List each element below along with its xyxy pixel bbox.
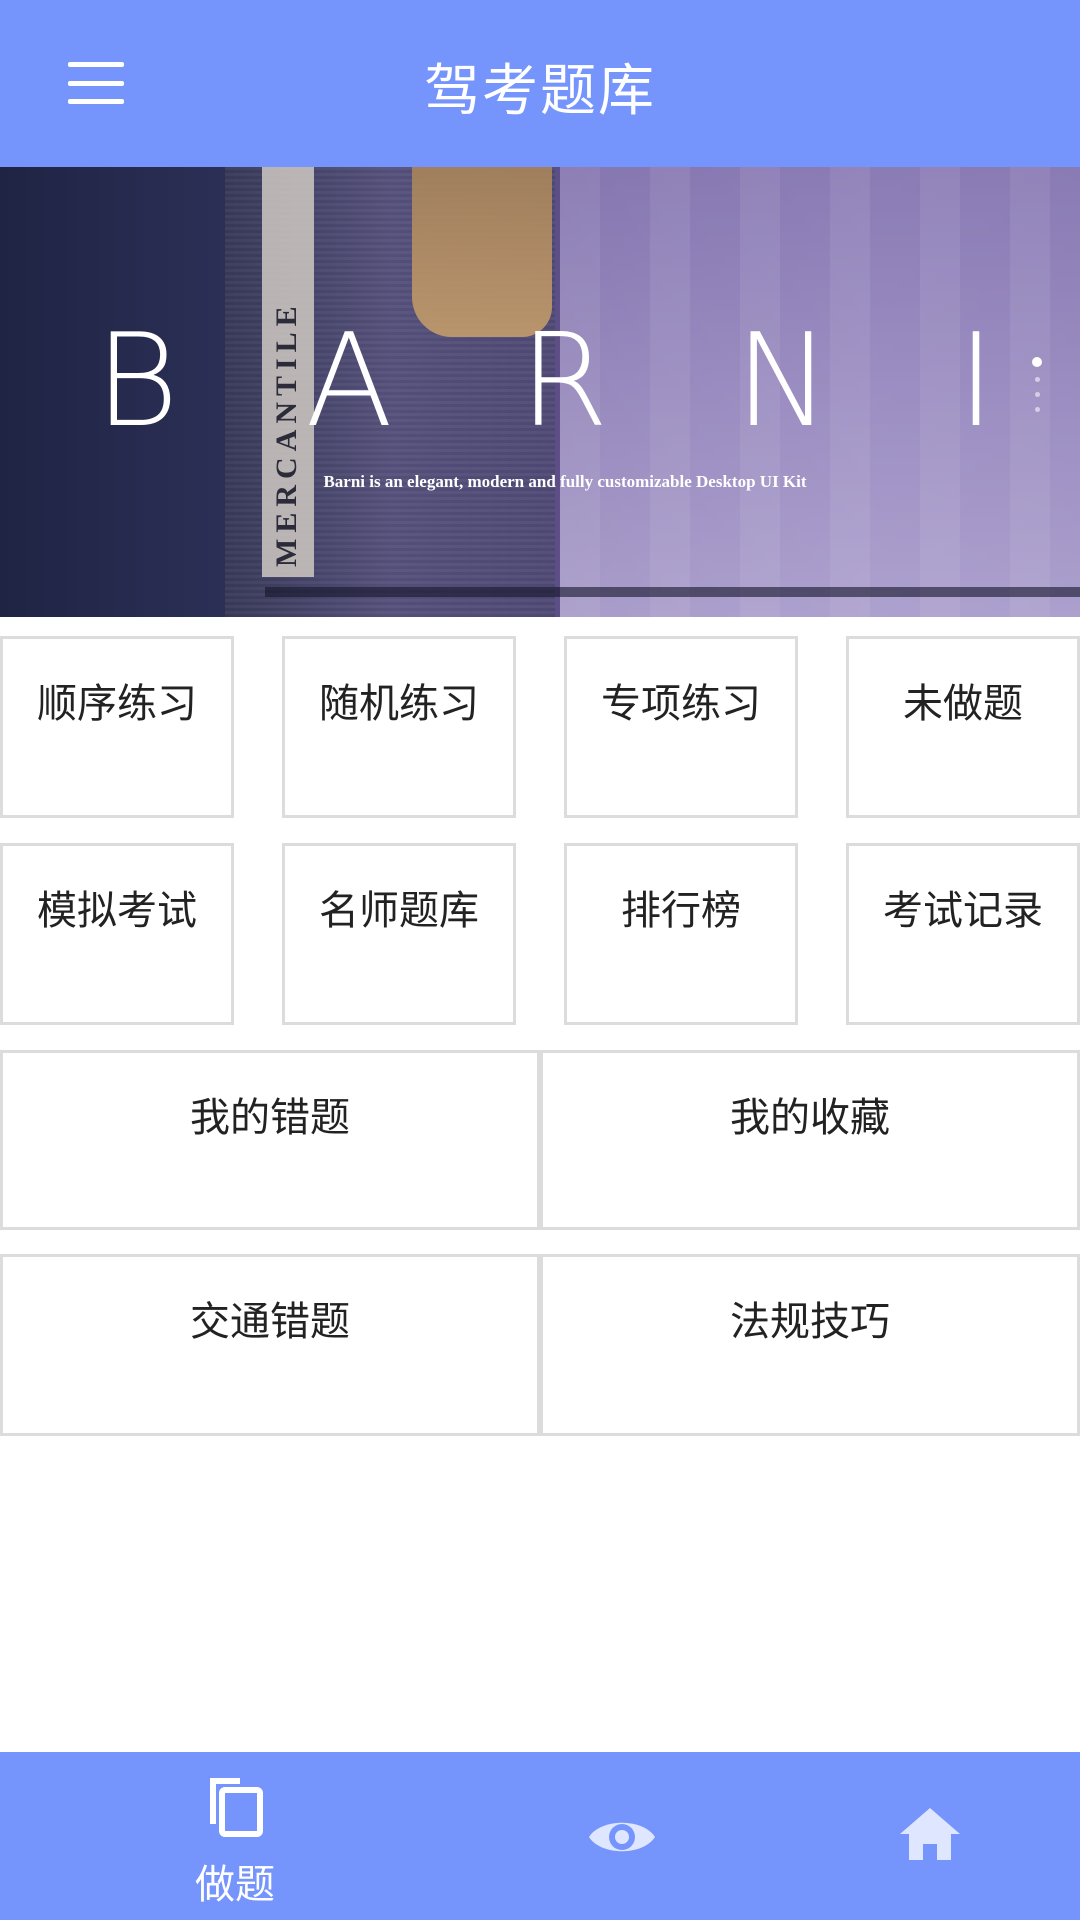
nav-home[interactable] [870,1752,990,1920]
brand-letter: N [734,307,831,456]
home-icon [900,1808,960,1860]
carousel-indicator [1032,357,1042,412]
header-bar: 驾考题库 [0,0,1080,167]
app-root: 驾考题库 MERCANTILE B A R N I Barni is an el… [0,0,1080,1920]
bottom-nav: 做题 [0,1752,1080,1920]
menu-my-favorites[interactable]: 我的收藏 [540,1050,1080,1230]
brand-letter: I [957,307,995,456]
banner-carousel[interactable]: MERCANTILE B A R N I Barni is an elegant… [0,167,1080,617]
menu-regulation-tips[interactable]: 法规技巧 [540,1254,1080,1436]
menu-random-practice[interactable]: 随机练习 [282,636,516,818]
carousel-dot[interactable] [1034,392,1040,397]
menu-sequential-practice[interactable]: 顺序练习 [0,636,234,818]
page-title: 驾考题库 [424,59,656,124]
menu-undone-questions[interactable]: 未做题 [846,636,1080,818]
eye-icon [589,1822,655,1852]
menu-traffic-mistakes[interactable]: 交通错题 [0,1254,540,1436]
brand-letter: R [519,307,609,456]
brand-letter: A [305,307,393,456]
banner-tagline: Barni is an elegant, modern and fully cu… [323,472,807,491]
menu-exam-records[interactable]: 考试记录 [846,843,1080,1025]
nav-practice[interactable]: 做题 [150,1752,320,1920]
banner-brand: B A R N I [95,317,995,447]
carousel-dot-active[interactable] [1032,357,1042,367]
menu-leaderboard[interactable]: 排行榜 [564,843,798,1025]
carousel-dot[interactable] [1034,377,1040,382]
nav-view[interactable] [560,1752,680,1920]
menu-mock-exam[interactable]: 模拟考试 [0,843,234,1025]
copy-icon [210,1778,263,1837]
banner-shelf [265,587,1080,597]
menu-teacher-bank[interactable]: 名师题库 [282,843,516,1025]
nav-practice-label: 做题 [195,1862,275,1908]
menu-my-mistakes[interactable]: 我的错题 [0,1050,540,1230]
brand-letter: B [95,307,179,456]
menu-special-practice[interactable]: 专项练习 [564,636,798,818]
carousel-dot[interactable] [1034,407,1040,412]
